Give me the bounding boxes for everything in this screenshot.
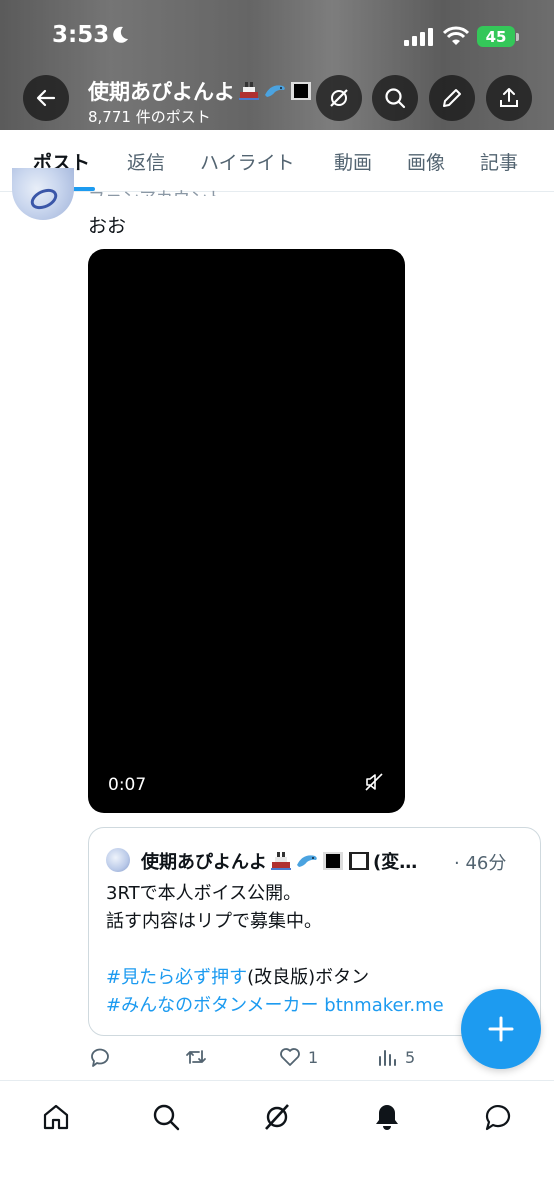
dolphin-emoji-icon <box>265 85 285 97</box>
share-button[interactable] <box>486 75 532 121</box>
search-icon <box>153 1104 180 1131</box>
moon-icon <box>113 26 128 43</box>
black-square-emoji-icon <box>291 82 311 100</box>
search-icon <box>385 88 406 109</box>
nav-home[interactable] <box>38 1099 74 1135</box>
quoted-text: 3RTで本人ボイス公開。 話す内容はリプで募集中。 #見たら必ず押す(改良版)ボ… <box>106 880 444 1020</box>
bottom-navigation <box>0 1080 554 1199</box>
grok-icon <box>265 1104 289 1130</box>
messages-icon <box>485 1105 511 1131</box>
views-icon <box>379 1050 396 1066</box>
quoted-author-name: 使期あぴよんよ <box>141 852 267 873</box>
nav-search[interactable] <box>148 1099 184 1135</box>
status-bar: 3:53 45 <box>0 0 554 72</box>
grok-button[interactable] <box>316 75 362 121</box>
tweet-author-bio-cut: ファンアカウント <box>88 184 224 196</box>
status-time: 3:53 <box>52 22 110 48</box>
video-player[interactable]: 0:07 <box>88 249 405 813</box>
home-icon <box>43 1104 69 1130</box>
tab-articles[interactable]: 記事 <box>480 148 518 175</box>
bell-icon <box>376 1105 398 1130</box>
reply-icon <box>91 1048 109 1067</box>
avatar[interactable] <box>12 168 74 220</box>
reply-button[interactable] <box>88 1045 112 1069</box>
battery-indicator: 45 <box>477 26 515 47</box>
back-arrow-icon <box>36 89 56 107</box>
plus-icon <box>488 1016 514 1042</box>
share-icon <box>500 88 518 107</box>
url-link[interactable]: btnmaker.me <box>324 995 443 1016</box>
quoted-line-1: 3RTで本人ボイス公開。 <box>106 883 302 904</box>
muted-speaker-icon[interactable] <box>364 772 384 792</box>
white-square-emoji-icon <box>349 852 369 870</box>
profile-name: 使期あぴよんよ <box>88 80 235 104</box>
quoted-author-suffix: (変… <box>373 852 418 873</box>
retweet-button[interactable] <box>184 1045 208 1069</box>
black-square-emoji-icon <box>323 852 343 870</box>
tab-images[interactable]: 画像 <box>407 148 445 175</box>
quoted-line-3 <box>106 936 444 964</box>
retweet-icon <box>186 1050 206 1064</box>
battery-cap <box>516 33 519 41</box>
quoted-timestamp: · 46分 <box>454 853 507 874</box>
pencil-icon <box>443 89 461 107</box>
nav-notifications[interactable] <box>369 1099 405 1135</box>
tab-videos[interactable]: 動画 <box>334 148 372 175</box>
profile-tabs: ポスト 返信 ハイライト 動画 画像 記事 <box>0 130 554 192</box>
quoted-avatar <box>106 848 130 872</box>
post-count: 8,771 件のポスト <box>88 108 211 126</box>
quoted-author-row: 使期あぴよんよ (変… <box>141 848 417 874</box>
hashtag-rest: (改良版)ボタン <box>247 967 370 988</box>
edit-button[interactable] <box>429 75 475 121</box>
video-duration: 0:07 <box>108 775 147 795</box>
tab-highlights[interactable]: ハイライト <box>200 148 295 175</box>
nav-messages[interactable] <box>480 1099 516 1135</box>
search-button[interactable] <box>372 75 418 121</box>
like-button[interactable]: 1 <box>278 1045 318 1069</box>
grok-icon <box>330 89 348 107</box>
quoted-hashtag-line: #見たら必ず押す(改良版)ボタン <box>106 964 444 992</box>
dolphin-emoji-icon <box>297 855 317 867</box>
profile-name-row: 使期あぴよんよ <box>88 76 313 106</box>
back-button[interactable] <box>23 75 69 121</box>
cellular-signal-icon <box>404 28 433 46</box>
hashtag-link[interactable]: #見たら必ず押す <box>106 967 247 988</box>
wifi-icon <box>443 26 469 45</box>
ship-emoji-icon <box>271 852 291 870</box>
like-count: 1 <box>308 1047 319 1067</box>
tab-replies[interactable]: 返信 <box>127 148 165 175</box>
compose-button[interactable] <box>461 989 541 1069</box>
hashtag-link-2[interactable]: #みんなのボタンメーカー <box>106 995 319 1016</box>
quoted-line-2: 話す内容はリプで募集中。 <box>106 911 322 932</box>
profile-title: 使期あぴよんよ 8,771 件のポスト <box>88 76 313 127</box>
battery-level: 45 <box>485 27 507 46</box>
tweet-text: おお <box>88 215 127 237</box>
ship-emoji-icon <box>239 82 259 100</box>
heart-icon <box>280 1048 300 1066</box>
view-count: 5 <box>405 1047 416 1067</box>
nav-grok[interactable] <box>259 1099 295 1135</box>
views-button[interactable]: 5 <box>375 1045 415 1069</box>
quoted-link-line: #みんなのボタンメーカー btnmaker.me <box>106 992 444 1020</box>
